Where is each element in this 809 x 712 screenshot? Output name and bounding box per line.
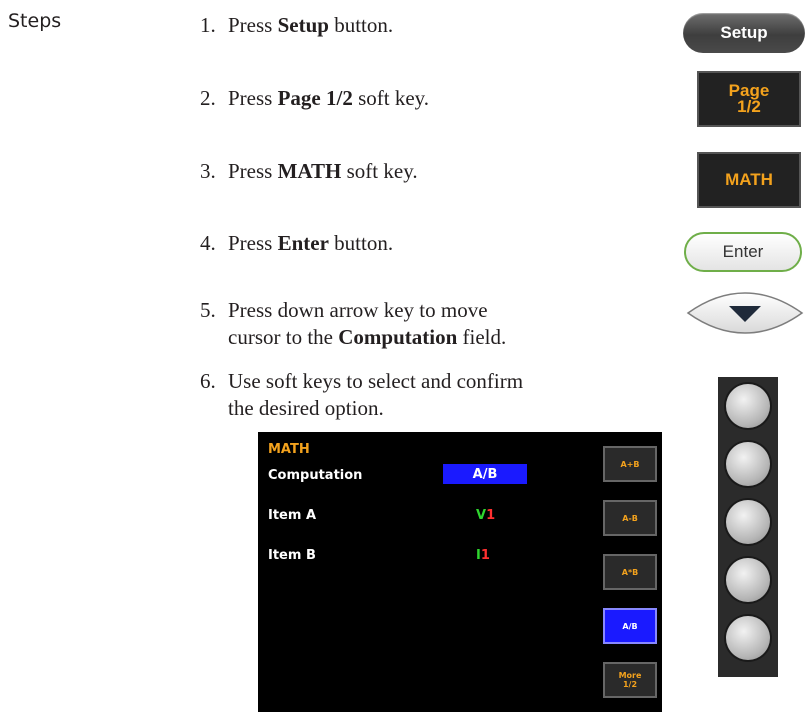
step-text: Press [228,86,278,110]
step-text: field. [457,325,507,349]
setup-button[interactable]: Setup [683,13,805,53]
enter-button[interactable]: Enter [684,232,802,272]
computation-label: Computation [268,468,363,483]
more-line2: 1/2 [622,680,638,689]
step-keyword: Page 1/2 [277,86,353,110]
item-a-num: 1 [486,508,496,523]
math-softkey[interactable]: MATH [697,152,801,208]
step-text: soft key. [352,86,430,110]
step-text: button. [328,231,394,255]
item-a-label: Item A [268,508,317,523]
step-text: Use soft keys to select and confirm [228,369,524,393]
softkey-knob-5[interactable] [726,616,770,660]
step-keyword: Enter [277,231,329,255]
step-number: 6. [200,369,216,393]
screen-softkey-add[interactable]: A+B [603,446,657,482]
step-keyword: MATH [277,159,342,183]
step-number: 2. [200,86,216,110]
step-5: 5. Press down arrow key to move cursor to… [200,297,506,351]
steps-label: Steps [8,10,62,32]
item-b-label: Item B [268,548,316,563]
screen-softkey-divide[interactable]: A/B [603,608,657,644]
step-text: button. [328,13,394,37]
softkey-knob-2[interactable] [726,442,770,486]
step-text: cursor to the [228,325,339,349]
step-text: Press [228,231,278,255]
screen-softkey-multiply[interactable]: A*B [603,554,657,590]
step-3: 3. Press MATH soft key. [200,158,418,185]
item-a-letter: V [476,508,487,523]
softkey-knob-3[interactable] [726,500,770,544]
down-arrow-icon [686,292,804,334]
step-6: 6. Use soft keys to select and confirm th… [200,368,523,422]
down-arrow-button[interactable] [686,291,804,335]
computation-value[interactable]: A/B [443,464,527,484]
screen-softkey-subtract[interactable]: A-B [603,500,657,536]
step-text: Press [228,13,278,37]
step-number: 3. [200,159,216,183]
step-number: 1. [200,13,216,37]
screen-title: MATH [268,442,310,457]
softkey-knob-4[interactable] [726,558,770,602]
step-1: 1. Press Setup button. [200,12,393,39]
step-number: 4. [200,231,216,255]
step-4: 4. Press Enter button. [200,230,393,257]
step-text: Press [228,159,278,183]
step-2: 2. Press Page 1/2 soft key. [200,85,429,112]
step-text: soft key. [341,159,418,183]
page-softkey[interactable]: Page 1/2 [697,71,801,127]
item-b-value[interactable]: I1 [476,548,490,563]
more-line1: More [618,671,642,680]
item-b-num: 1 [480,548,490,563]
screen-softkey-more[interactable]: More 1/2 [603,662,657,698]
step-keyword: Setup [277,13,329,37]
page-softkey-line2: 1/2 [737,97,761,116]
softkey-strip [718,377,778,677]
softkey-knob-1[interactable] [726,384,770,428]
math-screen: MATH Computation A/B Item A V1 Item B I1… [258,432,662,712]
step-number: 5. [200,298,216,322]
item-a-value[interactable]: V1 [476,508,495,523]
step-text: the desired option. [228,396,384,420]
step-text: Press down arrow key to move [228,298,488,322]
step-keyword: Computation [338,325,458,349]
